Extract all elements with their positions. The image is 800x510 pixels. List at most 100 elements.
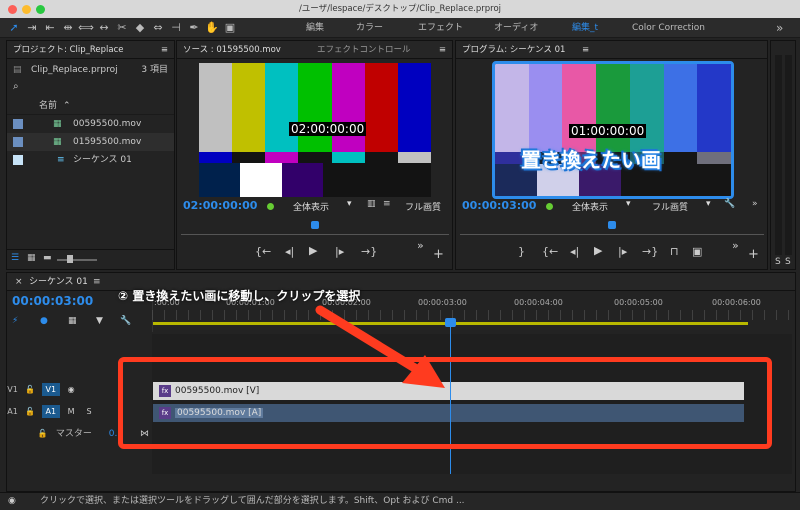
source-menu-button[interactable]: ≡	[439, 41, 446, 59]
program-playhead[interactable]	[608, 221, 616, 229]
program-zoom-select[interactable]: 全体表示	[572, 200, 608, 213]
go-to-in-icon[interactable]: {←	[542, 245, 558, 258]
solo-button[interactable]: S	[83, 405, 96, 418]
add-marker-icon[interactable]: ▦	[68, 316, 77, 326]
workspace-effects[interactable]: エフェクト	[418, 18, 463, 38]
workspace-color-correction[interactable]: Color Correction	[632, 18, 705, 38]
chevron-down-icon[interactable]: ▾	[626, 199, 631, 209]
workspace-edit-t[interactable]: 編集_t	[572, 18, 598, 38]
zoom-slider[interactable]	[57, 259, 97, 261]
effect-controls-tab[interactable]: エフェクトコントロール	[317, 41, 411, 59]
column-header-name[interactable]: 名前 ⌃	[7, 97, 174, 115]
source-time-ruler[interactable]	[181, 221, 449, 235]
project-filename: Clip_Replace.prproj	[31, 65, 118, 75]
lock-icon[interactable]: 🔓	[36, 427, 49, 440]
wrench-icon[interactable]: 🔧	[120, 316, 131, 326]
slip-tool-icon[interactable]: ◆	[132, 20, 148, 36]
icon-view-icon[interactable]: ▦	[27, 253, 36, 263]
go-to-out-icon[interactable]: →}	[642, 245, 658, 258]
film-icon[interactable]: ▥	[367, 199, 376, 209]
chevron-down-icon[interactable]: ▾	[347, 199, 352, 209]
track-select-backward-icon[interactable]: ⇤	[42, 20, 58, 36]
lock-icon[interactable]: 🔓	[24, 383, 37, 396]
step-back-icon[interactable]: ◂|	[570, 245, 579, 258]
slide-clip-tool-icon[interactable]: ⊣	[168, 20, 184, 36]
source-tab[interactable]: ソース : 01595500.mov	[183, 45, 281, 55]
linked-selection-icon[interactable]: ●	[40, 316, 48, 326]
more-controls-icon[interactable]: »	[752, 199, 758, 209]
eye-icon[interactable]: ◉	[65, 383, 78, 396]
lift-icon[interactable]: ⊓	[670, 245, 679, 258]
settings-icon[interactable]: ≡	[383, 199, 391, 209]
step-forward-icon[interactable]: |▸	[618, 245, 627, 258]
rate-stretch-tool-icon[interactable]: ↔	[96, 20, 112, 36]
solo-right-button[interactable]: S	[785, 257, 791, 267]
workspaces-more-button[interactable]: »	[776, 18, 783, 38]
add-button-icon[interactable]: +	[748, 247, 759, 262]
mark-out-icon[interactable]: →}	[361, 245, 377, 258]
timeline-timecode[interactable]: 00:00:03:00	[12, 294, 93, 308]
chevron-down-icon[interactable]: ▾	[706, 199, 711, 209]
zoom-slider-handle[interactable]	[67, 255, 73, 263]
project-menu-button[interactable]: ≡	[161, 41, 168, 59]
hand-tool-icon[interactable]: ✋	[204, 20, 220, 36]
a1-target-button[interactable]: A1	[41, 405, 60, 418]
workspace-audio[interactable]: オーディオ	[494, 18, 538, 38]
project-item[interactable]: ≡ シーケンス 01	[7, 151, 174, 169]
project-item[interactable]: ▦ 01595500.mov	[7, 133, 174, 151]
step-forward-icon[interactable]: |▸	[335, 245, 344, 258]
solo-left-button[interactable]: S	[775, 257, 781, 267]
selection-tool-icon[interactable]: ➚	[6, 20, 22, 36]
project-item[interactable]: ▦ 00595500.mov	[7, 115, 174, 133]
snap-icon[interactable]: ⚡	[12, 316, 18, 326]
v1-label[interactable]: V1	[6, 383, 19, 396]
status-dot	[546, 203, 553, 210]
more-controls-icon[interactable]: »	[732, 239, 739, 252]
play-icon[interactable]: ▶	[594, 244, 602, 257]
wrench-icon[interactable]: 🔧	[724, 199, 735, 209]
source-video-frame[interactable]: 02:00:00:00	[199, 63, 431, 197]
sequence-tab[interactable]: シーケンス 01	[29, 273, 88, 291]
program-video-frame[interactable]: 01:00:00:00 置き換えたい画	[492, 61, 734, 199]
mute-button[interactable]: M	[65, 405, 78, 418]
add-button-icon[interactable]: +	[433, 247, 444, 262]
marker-icon[interactable]: ▼	[96, 316, 103, 326]
source-playhead[interactable]	[311, 221, 319, 229]
mark-in-icon[interactable]: }	[518, 245, 525, 258]
program-quality-select[interactable]: フル画質	[652, 200, 688, 213]
minimize-window-button[interactable]	[22, 5, 31, 14]
mark-in-icon[interactable]: {←	[255, 245, 271, 258]
close-window-button[interactable]	[8, 5, 17, 14]
pen-tool-icon[interactable]: ✒	[186, 20, 202, 36]
lock-icon[interactable]: 🔓	[24, 405, 37, 418]
color-bars-top	[199, 63, 431, 152]
search-icon[interactable]: ⌕	[13, 81, 19, 92]
zoom-window-button[interactable]	[36, 5, 45, 14]
a1-label[interactable]: A1	[6, 405, 19, 418]
zoom-tool-icon[interactable]: ▣	[222, 20, 238, 36]
source-timecode[interactable]: 02:00:00:00	[183, 199, 257, 212]
program-tab[interactable]: プログラム: シーケンス 01	[462, 45, 565, 55]
freeform-view-icon[interactable]: ▬	[43, 253, 52, 263]
v1-target-button[interactable]: V1	[41, 383, 60, 396]
source-zoom-select[interactable]: 全体表示	[293, 200, 329, 213]
source-quality-select[interactable]: フル画質	[405, 200, 441, 213]
program-time-ruler[interactable]	[460, 221, 764, 235]
play-icon[interactable]: ▶	[309, 244, 317, 257]
track-select-tool-icon[interactable]: ⇥	[24, 20, 40, 36]
export-frame-icon[interactable]: ▣	[692, 245, 702, 258]
step-back-icon[interactable]: ◂|	[285, 245, 294, 258]
workspace-color[interactable]: カラー	[356, 18, 383, 38]
timeline-menu-button[interactable]: ≡	[93, 273, 101, 291]
ripple-edit-tool-icon[interactable]: ⇹	[60, 20, 76, 36]
list-view-icon[interactable]: ☰	[11, 253, 19, 263]
workspace-edit[interactable]: 編集	[306, 18, 324, 38]
razor-tool-icon[interactable]: ✂	[114, 20, 130, 36]
project-panel-title[interactable]: プロジェクト: Clip_Replace	[13, 45, 124, 55]
program-timecode[interactable]: 00:00:03:00	[462, 199, 536, 212]
slide-tool-icon[interactable]: ⇔	[150, 20, 166, 36]
close-tab-icon[interactable]: ×	[15, 273, 23, 291]
program-menu-button[interactable]: ≡	[582, 41, 589, 59]
rolling-edit-tool-icon[interactable]: ⟺	[78, 20, 94, 36]
more-controls-icon[interactable]: »	[417, 239, 424, 252]
